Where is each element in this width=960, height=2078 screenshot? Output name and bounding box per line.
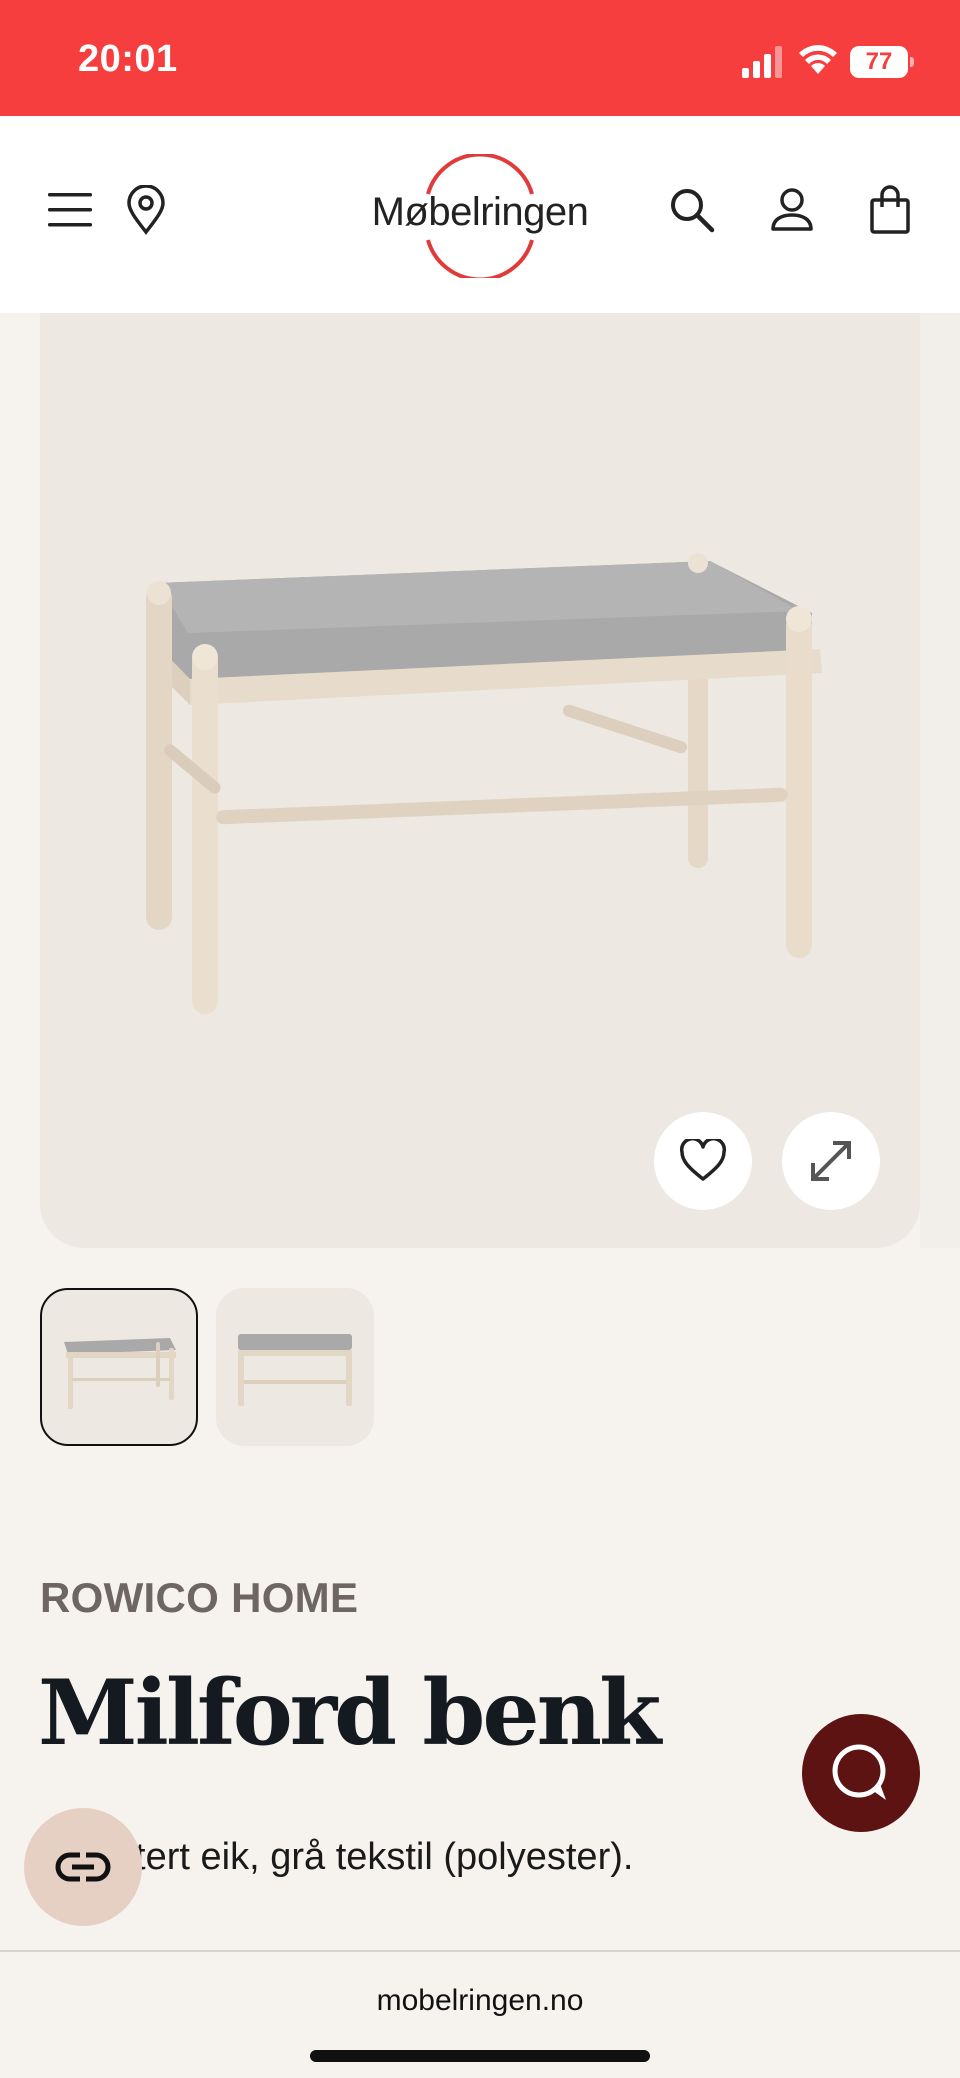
battery-icon: 77 — [850, 46, 914, 78]
product-image[interactable] — [40, 313, 920, 1248]
site-header: Møbelringen — [0, 116, 960, 313]
chat-button[interactable] — [802, 1714, 920, 1832]
site-logo[interactable]: Møbelringen — [356, 154, 604, 278]
chat-bubble-icon — [832, 1744, 886, 1800]
expand-image-button[interactable] — [782, 1112, 880, 1210]
status-bar: 20:01 77 — [0, 0, 960, 116]
thumbnail-2[interactable] — [216, 1288, 374, 1446]
compare-toggle-icon — [55, 1852, 111, 1882]
favorite-button[interactable] — [654, 1112, 752, 1210]
shopping-bag-icon[interactable] — [862, 182, 918, 238]
logo-text: Møbelringen — [371, 190, 589, 234]
heart-icon — [679, 1139, 727, 1181]
cellular-signal-icon — [742, 46, 782, 78]
thumbnail-1[interactable] — [40, 1288, 198, 1446]
browser-address-bar[interactable]: mobelringen.no — [0, 1950, 960, 2078]
expand-icon — [811, 1141, 851, 1181]
account-icon[interactable] — [764, 182, 820, 238]
wifi-icon — [799, 45, 837, 74]
next-image-edge — [920, 313, 960, 1248]
search-icon[interactable] — [664, 182, 720, 238]
menu-icon[interactable] — [42, 182, 98, 238]
battery-level: 77 — [850, 46, 908, 78]
status-time: 20:01 — [78, 38, 178, 80]
location-pin-icon[interactable] — [118, 182, 174, 238]
product-brand[interactable]: ROWICO HOME — [40, 1574, 358, 1622]
product-title: Milford benk — [38, 1660, 661, 1766]
url-text[interactable]: mobelringen.no — [0, 1984, 960, 2018]
bench-image — [146, 553, 822, 1014]
compare-button[interactable] — [24, 1808, 142, 1926]
home-indicator[interactable] — [310, 2050, 650, 2062]
product-description: gmentert eik, grå tekstil (polyester). — [40, 1836, 634, 1878]
